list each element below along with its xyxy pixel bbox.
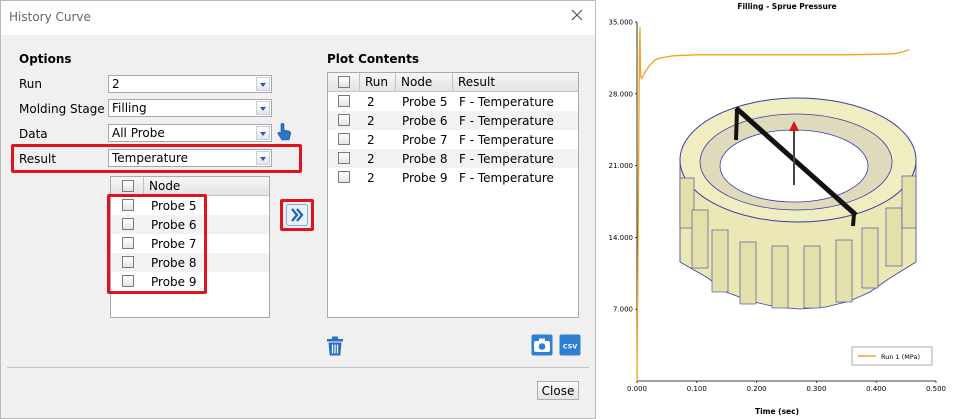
plot-contents-list: Run Node Result 2 Probe 5 F - Temperatur…: [327, 72, 579, 318]
result-cell: F - Temperature: [459, 171, 554, 185]
data-value: All Probe: [112, 126, 165, 140]
node-cell: Probe 6: [402, 114, 448, 128]
plot-row-checkbox[interactable]: [338, 152, 350, 164]
close-button[interactable]: Close: [537, 381, 579, 400]
gear-part-model-image: [679, 97, 917, 310]
result-cell: F - Temperature: [459, 114, 554, 128]
run-select[interactable]: 2: [108, 75, 272, 93]
x-tick-label: 0.300: [806, 385, 826, 393]
run-cell: 2: [367, 171, 375, 185]
snapshot-button[interactable]: [531, 334, 553, 356]
chevron-down-icon[interactable]: [256, 101, 270, 115]
table-row[interactable]: 2 Probe 7 F - Temperature: [328, 130, 578, 149]
close-icon[interactable]: [569, 7, 585, 23]
history-curve-dialog: History Curve Options Plot Contents Run …: [0, 0, 596, 419]
run-label: Run: [19, 77, 43, 91]
x-tick-label: 0.400: [866, 385, 886, 393]
trash-icon: [327, 336, 343, 356]
run-column-header: Run: [360, 73, 396, 92]
options-heading: Options: [19, 52, 72, 66]
nodes-highlight-box: [107, 194, 207, 294]
select-all-plot-checkbox[interactable]: [338, 76, 350, 88]
y-tick-label: 21.000: [609, 162, 634, 170]
node-cell: Probe 5: [402, 95, 448, 109]
node-cell: Probe 8: [402, 152, 448, 166]
add-to-plot-button[interactable]: [286, 204, 308, 226]
y-tick-label: 35.000: [609, 19, 634, 27]
y-tick-label: 28.000: [609, 90, 634, 98]
run-cell: 2: [367, 114, 375, 128]
table-row[interactable]: 2 Probe 6 F - Temperature: [328, 111, 578, 130]
x-tick-label: 0.200: [747, 385, 767, 393]
camera-icon: [531, 334, 553, 356]
chevron-down-icon[interactable]: [256, 126, 270, 140]
run-cell: 2: [367, 133, 375, 147]
table-row[interactable]: 2 Probe 5 F - Temperature: [328, 92, 578, 111]
plot-list-header: Run Node Result: [328, 73, 578, 92]
node-column-header: Node: [396, 73, 453, 92]
chart-canvas: Filling - Sprue Pressure 7.000 14.000 21…: [609, 2, 947, 416]
plot-contents-heading: Plot Contents: [327, 52, 419, 66]
data-select[interactable]: All Probe: [108, 124, 272, 142]
chevron-down-icon[interactable]: [256, 77, 270, 91]
data-label: Data: [19, 127, 48, 141]
plot-row-checkbox[interactable]: [338, 133, 350, 145]
y-tick-label: 7.000: [613, 306, 633, 314]
result-cell: F - Temperature: [459, 133, 554, 147]
result-highlight-box: [11, 144, 302, 173]
footer-divider: [7, 367, 589, 368]
run-value: 2: [112, 77, 120, 91]
chart-title: Filling - Sprue Pressure: [737, 2, 836, 11]
table-row[interactable]: 2 Probe 9 F - Temperature: [328, 168, 578, 187]
y-tick-label: 14.000: [609, 234, 634, 242]
result-cell: F - Temperature: [459, 152, 554, 166]
x-axis-title: Time (sec): [755, 407, 799, 416]
node-cell: Probe 9: [402, 171, 448, 185]
node-cell: Probe 7: [402, 133, 448, 147]
pressure-chart: Filling - Sprue Pressure 7.000 14.000 21…: [600, 0, 954, 419]
molding-stage-select[interactable]: Filling: [108, 99, 272, 117]
x-tick-label: 0.000: [627, 385, 647, 393]
table-row[interactable]: 2 Probe 8 F - Temperature: [328, 149, 578, 168]
molding-stage-value: Filling: [112, 101, 147, 115]
result-column-header: Result: [458, 75, 496, 89]
title-bar: History Curve: [1, 1, 595, 35]
x-tick-label: 0.100: [687, 385, 707, 393]
plot-row-checkbox[interactable]: [338, 114, 350, 126]
result-cell: F - Temperature: [459, 95, 554, 109]
dialog-title: History Curve: [9, 10, 91, 24]
plot-row-checkbox[interactable]: [338, 171, 350, 183]
select-all-nodes-checkbox[interactable]: [122, 180, 134, 192]
run-cell: 2: [367, 152, 375, 166]
hand-pointer-icon[interactable]: [276, 122, 292, 142]
csv-icon: CSV: [559, 334, 581, 356]
x-tick-label: 0.500: [926, 385, 946, 393]
export-csv-button[interactable]: CSV: [559, 334, 581, 356]
legend-label: Run 1 (MPa): [881, 353, 920, 361]
csv-icon-label: CSV: [563, 343, 578, 351]
plot-row-checkbox[interactable]: [338, 95, 350, 107]
run-cell: 2: [367, 95, 375, 109]
molding-stage-label: Molding Stage: [19, 102, 105, 116]
chart-legend: Run 1 (MPa): [851, 346, 933, 366]
delete-button[interactable]: [324, 335, 346, 357]
